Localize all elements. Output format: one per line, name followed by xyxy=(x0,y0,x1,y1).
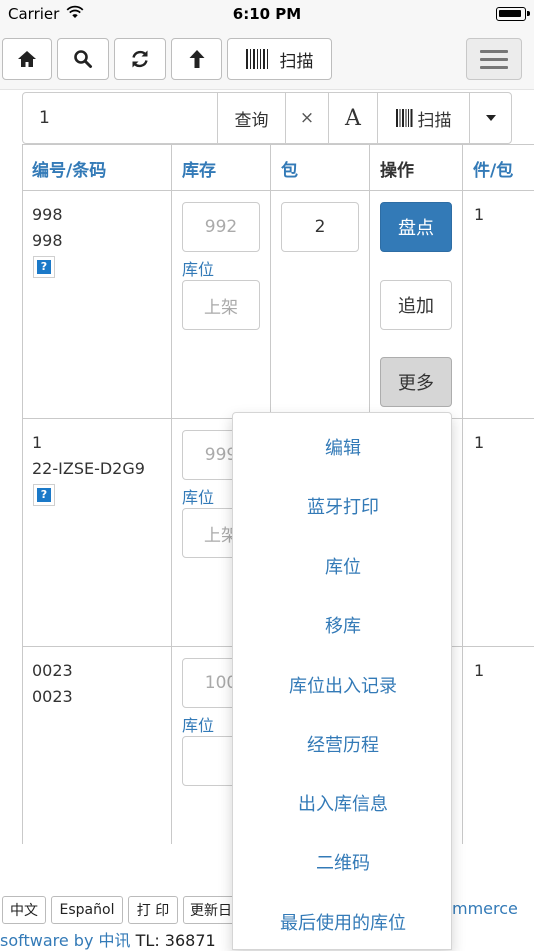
search-scan-label: 扫描 xyxy=(417,110,452,131)
refresh-button[interactable] xyxy=(114,38,166,80)
software-by-link[interactable]: software by xyxy=(0,931,93,950)
search-bar: 1 查询 × A 扫描 xyxy=(22,92,513,144)
more-actions-menu: 编辑 蓝牙打印 库位 移库 库位出入记录 经营历程 出入库信息 二维码 最后使用… xyxy=(232,412,452,950)
location-link[interactable]: 库位 xyxy=(182,484,214,508)
battery-icon xyxy=(496,7,530,21)
scan-label: 扫描 xyxy=(279,51,314,72)
item-barcode: 0023 xyxy=(32,687,73,706)
search-icon xyxy=(74,50,92,68)
package-input[interactable]: 2 xyxy=(281,202,359,252)
lang-spanish-button[interactable]: Español xyxy=(51,896,123,924)
home-button[interactable] xyxy=(2,38,52,80)
menu-item-move-stock[interactable]: 移库 xyxy=(233,607,453,647)
barcode-icon xyxy=(395,109,412,127)
header-stock[interactable]: 库存 xyxy=(172,144,270,190)
header-pieces-per-package[interactable]: 件/包 xyxy=(463,144,534,190)
append-button[interactable]: 追加 xyxy=(380,280,452,330)
pieces-per-package: 1 xyxy=(474,433,485,452)
arrow-up-icon xyxy=(189,50,204,68)
menu-item-bluetooth-print[interactable]: 蓝牙打印 xyxy=(233,488,453,528)
location-link[interactable]: 库位 xyxy=(182,256,214,280)
menu-item-qr-code[interactable]: 二维码 xyxy=(233,844,453,884)
pieces-per-package: 1 xyxy=(474,661,485,680)
search-button[interactable] xyxy=(57,38,109,80)
search-dropdown-toggle[interactable] xyxy=(469,92,512,144)
pieces-per-package: 1 xyxy=(474,205,485,224)
search-scan-button[interactable]: 扫描 xyxy=(377,92,470,144)
shelf-input[interactable]: 上架 xyxy=(182,280,260,330)
refresh-icon xyxy=(132,50,148,68)
query-button[interactable]: 查询 xyxy=(217,92,286,144)
item-code: 1 xyxy=(32,433,43,452)
stocktake-button[interactable]: 盘点 xyxy=(380,202,452,252)
menu-item-in-out-info[interactable]: 出入库信息 xyxy=(233,785,453,825)
header-code[interactable]: 编号/条码 xyxy=(22,144,171,190)
header-actions: 操作 xyxy=(380,161,414,181)
more-button[interactable]: 更多 xyxy=(380,357,452,407)
phone-number: TL: 36871 xyxy=(135,931,216,950)
hamburger-menu-button[interactable] xyxy=(466,38,522,80)
status-bar: Carrier 6:10 PM xyxy=(0,0,534,28)
home-icon xyxy=(18,51,36,67)
menu-item-edit[interactable]: 编辑 xyxy=(233,429,453,469)
lang-chinese-button[interactable]: 中文 xyxy=(2,896,46,924)
font-size-button[interactable]: A xyxy=(328,92,378,144)
help-icon[interactable]: ? xyxy=(33,484,55,506)
menu-item-location[interactable]: 库位 xyxy=(233,548,453,588)
toolbar: 扫描 xyxy=(0,28,534,90)
location-link[interactable]: 库位 xyxy=(182,712,214,736)
ecommerce-link[interactable]: mmerce xyxy=(452,899,518,918)
upload-button[interactable] xyxy=(171,38,222,80)
footer-credits: software by 中讯 TL: 36871 xyxy=(0,927,216,951)
menu-item-location-history[interactable]: 库位出入记录 xyxy=(233,667,453,707)
caret-down-icon xyxy=(485,115,496,121)
scan-button[interactable]: 扫描 xyxy=(227,38,332,80)
menu-item-business-history[interactable]: 经营历程 xyxy=(233,726,453,766)
item-barcode: 22-IZSE-D2G9 xyxy=(32,459,145,478)
print-button[interactable]: 打 印 xyxy=(128,896,178,924)
item-code: 998 xyxy=(32,205,63,224)
clock: 6:10 PM xyxy=(232,5,302,23)
item-barcode: 998 xyxy=(32,231,63,250)
clear-button[interactable]: × xyxy=(285,92,329,144)
stock-input[interactable]: 992 xyxy=(182,202,260,252)
help-icon[interactable]: ? xyxy=(33,256,55,278)
header-package[interactable]: 包 xyxy=(271,144,369,190)
item-code: 0023 xyxy=(32,661,73,680)
barcode-icon xyxy=(245,49,268,69)
menu-item-last-location[interactable]: 最后使用的库位 xyxy=(233,904,453,944)
search-input[interactable]: 1 xyxy=(22,92,218,144)
company-link[interactable]: 中讯 xyxy=(99,931,131,950)
update-log-button[interactable]: 更新日 xyxy=(183,896,235,924)
